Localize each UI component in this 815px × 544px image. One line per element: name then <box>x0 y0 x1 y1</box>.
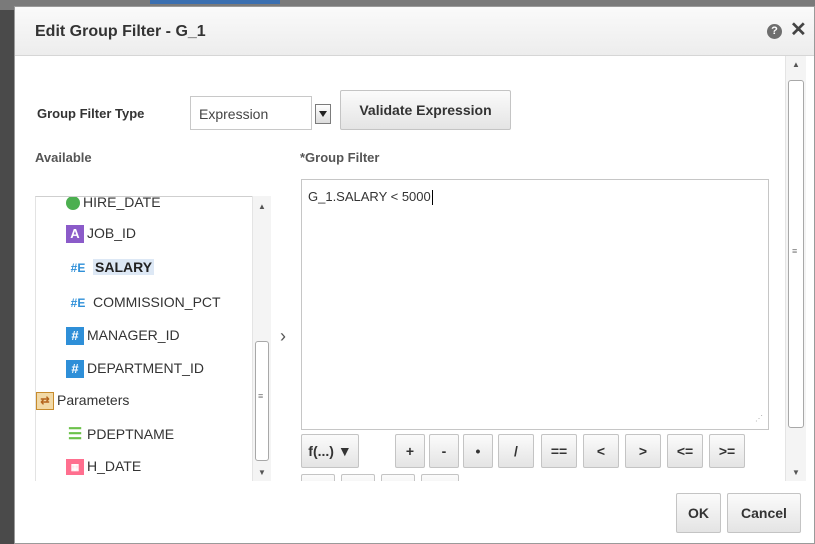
group-filter-type-value: Expression <box>199 106 269 122</box>
operator-toolbar: f(...) ▼ + - • / == < > <= >= <> ( ) || <box>301 434 781 481</box>
available-tree: HIRE_DATE A JOB_ID #E SALARY #E COMMISSION_… <box>35 196 271 481</box>
operator-greater-than-button[interactable]: > <box>625 434 661 468</box>
operator-concat-button[interactable]: || <box>421 474 459 481</box>
operator-less-equal-button[interactable]: <= <box>667 434 703 468</box>
operator-multiply-button[interactable]: • <box>463 434 493 468</box>
tree-item-department-id[interactable]: # DEPARTMENT_ID <box>66 357 204 379</box>
scroll-down-icon[interactable]: ▼ <box>786 468 806 477</box>
operator-greater-equal-button[interactable]: >= <box>709 434 745 468</box>
date-field-icon <box>66 197 80 211</box>
dialog-body: Group Filter Type Expression Validate Ex… <box>15 56 783 481</box>
operator-divide-button[interactable]: / <box>498 434 534 468</box>
tree-item-parameters[interactable]: ⇄ Parameters <box>36 389 129 411</box>
operator-minus-button[interactable]: - <box>429 434 459 468</box>
close-icon[interactable]: ✕ <box>790 19 807 41</box>
resize-grip-icon[interactable]: ⋰ <box>755 415 765 426</box>
calendar-parameter-icon: ▦ <box>66 459 84 476</box>
tree-item-pdeptname[interactable]: ☰ PDEPTNAME <box>66 423 174 445</box>
operator-not-equal-button[interactable]: <> <box>301 474 335 481</box>
expression-text: G_1.SALARY < 5000 <box>308 189 433 206</box>
available-tree-scrollbar[interactable]: ▲ ≡ ▼ <box>252 196 271 481</box>
background-window-accent <box>150 0 280 4</box>
move-right-icon[interactable]: › <box>280 326 286 347</box>
expression-value: G_1.SALARY < 5000 <box>308 189 431 204</box>
parameters-folder-icon: ⇄ <box>36 392 54 411</box>
operator-less-than-button[interactable]: < <box>583 434 619 468</box>
tree-item-job-id[interactable]: A JOB_ID <box>66 222 136 244</box>
grip-icon: ≡ <box>258 391 264 401</box>
integer-field-icon: # <box>66 327 84 346</box>
operator-open-paren-button[interactable]: ( <box>341 474 375 481</box>
functions-button[interactable]: f(...) ▼ <box>301 434 359 468</box>
scroll-down-icon[interactable]: ▼ <box>253 468 271 477</box>
dialog-title: Edit Group Filter - G_1 <box>35 23 206 40</box>
dialog-footer: OK Cancel <box>15 481 814 543</box>
tree-item-manager-id[interactable]: # MANAGER_ID <box>66 324 180 346</box>
number-field-icon: #E <box>70 261 86 276</box>
list-parameter-icon: ☰ <box>67 426 83 444</box>
tree-item-commission-pct[interactable]: #E COMMISSION_PCT <box>66 291 221 313</box>
grip-icon: ≡ <box>792 246 798 256</box>
group-filter-expression-textarea[interactable]: G_1.SALARY < 5000 ⋰ <box>301 179 769 430</box>
tree-item-hire-date[interactable]: HIRE_DATE <box>66 197 161 213</box>
ok-button[interactable]: OK <box>676 493 721 533</box>
text-caret <box>431 190 433 206</box>
edit-group-filter-dialog: Edit Group Filter - G_1 ? ✕ Group Filter… <box>14 6 815 544</box>
integer-field-icon: # <box>66 360 84 379</box>
group-filter-type-select[interactable]: Expression <box>190 96 312 130</box>
operator-close-paren-button[interactable]: ) <box>381 474 415 481</box>
dialog-scrollbar[interactable]: ▲ ≡ ▼ <box>785 56 806 481</box>
scroll-up-icon[interactable]: ▲ <box>786 60 806 69</box>
help-icon[interactable]: ? <box>767 24 782 39</box>
validate-expression-button[interactable]: Validate Expression <box>340 90 511 130</box>
scroll-up-icon[interactable]: ▲ <box>253 202 271 211</box>
operator-plus-button[interactable]: + <box>395 434 425 468</box>
tree-item-h-date[interactable]: ▦ H_DATE <box>66 455 141 477</box>
operator-equals-button[interactable]: == <box>541 434 577 468</box>
group-filter-type-label: Group Filter Type <box>37 106 145 121</box>
cancel-button[interactable]: Cancel <box>727 493 801 533</box>
group-filter-type-dropdown-button[interactable] <box>315 104 331 124</box>
dialog-titlebar: Edit Group Filter - G_1 ? ✕ <box>15 7 814 56</box>
chevron-down-icon <box>319 111 327 117</box>
number-field-icon: #E <box>70 296 86 311</box>
group-filter-label: *Group Filter <box>300 150 380 165</box>
text-field-icon: A <box>66 225 84 244</box>
scrollbar-thumb[interactable]: ≡ <box>255 341 269 461</box>
scrollbar-thumb[interactable]: ≡ <box>788 80 804 428</box>
tree-item-salary[interactable]: #E SALARY <box>66 256 155 278</box>
available-label: Available <box>35 150 92 165</box>
